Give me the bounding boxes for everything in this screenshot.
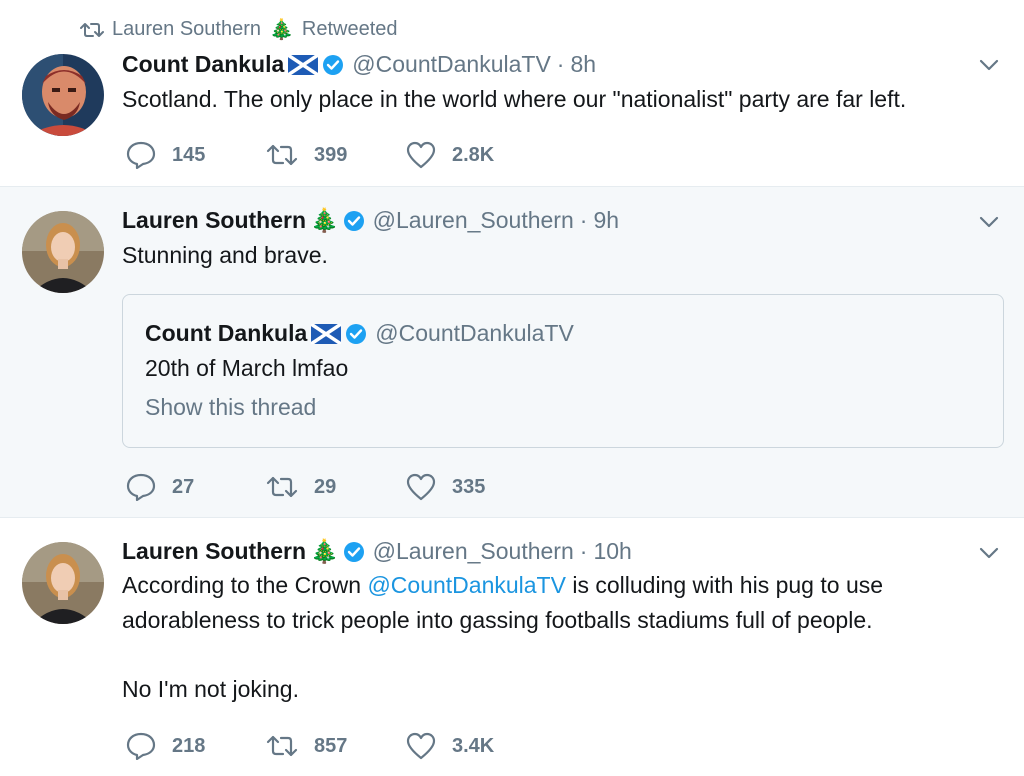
- tweet-text-end: is colluding with his pug to use: [565, 572, 884, 598]
- avatar[interactable]: [22, 54, 104, 136]
- tweet-actions: 218 857 3.4K: [126, 732, 546, 760]
- tweet-2[interactable]: Lauren Southern 🎄 @Lauren_Southern · 9h …: [0, 186, 1024, 518]
- tweet-text-start: According to the Crown: [122, 572, 368, 598]
- like-count: 2.8K: [452, 143, 495, 166]
- chevron-down-icon[interactable]: [978, 211, 1000, 233]
- retweet-icon: [266, 476, 298, 498]
- reply-count: 218: [172, 734, 206, 757]
- reply-icon: [126, 732, 156, 760]
- tree-emoji: 🎄: [310, 207, 339, 233]
- scotland-flag-icon: [288, 54, 319, 75]
- like-button[interactable]: 335: [406, 473, 546, 501]
- scotland-flag-icon: [311, 323, 342, 344]
- tweet-text-line-3: No I'm not joking.: [122, 676, 299, 702]
- reply-count: 145: [172, 143, 206, 166]
- tree-emoji: 🎄: [310, 538, 339, 564]
- tweet-header: Lauren Southern 🎄 @Lauren_Southern · 9h: [122, 207, 619, 234]
- reply-button[interactable]: 145: [126, 141, 266, 169]
- retweet-count: 399: [314, 143, 348, 166]
- tweet-actions: 27 29 335: [126, 473, 546, 501]
- author-handle[interactable]: @CountDankulaTV: [352, 51, 551, 78]
- quoted-tweet-text: 20th of March lmfao: [145, 355, 349, 381]
- chevron-down-icon[interactable]: [978, 542, 1000, 564]
- heart-icon: [406, 732, 436, 760]
- quoted-tweet-header: Count Dankula @CountDankulaTV: [145, 320, 574, 347]
- author-name[interactable]: Lauren Southern: [122, 538, 306, 565]
- like-button[interactable]: 3.4K: [406, 732, 546, 760]
- separator-dot: ·: [556, 51, 565, 77]
- reply-icon: [126, 473, 156, 501]
- show-thread-link[interactable]: Show this thread: [145, 394, 316, 421]
- tweet-header: Lauren Southern 🎄 @Lauren_Southern · 10h: [122, 538, 632, 565]
- quoted-author-handle: @CountDankulaTV: [375, 320, 574, 346]
- retweeter-name[interactable]: Lauren Southern: [112, 18, 261, 41]
- tree-emoji: 🎄: [269, 19, 294, 41]
- tweet-text: Scotland. The only place in the world wh…: [122, 86, 907, 112]
- author-handle[interactable]: @Lauren_Southern: [373, 538, 574, 565]
- verified-icon: [322, 54, 344, 76]
- chevron-down-icon[interactable]: [978, 54, 1000, 76]
- heart-icon: [406, 473, 436, 501]
- retweet-button[interactable]: 857: [266, 733, 406, 759]
- like-button[interactable]: 2.8K: [406, 141, 546, 169]
- tweet-header: Count Dankula @CountDankulaTV · 8h: [122, 51, 596, 78]
- author-name[interactable]: Lauren Southern: [122, 207, 306, 234]
- author-name[interactable]: Count Dankula: [122, 51, 284, 78]
- retweet-count: 29: [314, 475, 337, 498]
- reply-button[interactable]: 27: [126, 473, 266, 501]
- avatar[interactable]: [22, 211, 104, 293]
- verified-icon: [343, 541, 365, 563]
- verified-icon: [345, 323, 367, 345]
- tweet-actions: 145 399 2.8K: [126, 141, 546, 169]
- reply-count: 27: [172, 475, 195, 498]
- tweet-3[interactable]: Lauren Southern 🎄 @Lauren_Southern · 10h…: [0, 518, 1024, 776]
- like-count: 3.4K: [452, 734, 495, 757]
- retweet-context: Lauren Southern 🎄 Retweeted: [80, 17, 398, 42]
- avatar[interactable]: [22, 542, 104, 624]
- retweet-button[interactable]: 399: [266, 142, 406, 168]
- verified-icon: [343, 210, 365, 232]
- tweet-time[interactable]: 9h: [593, 207, 619, 234]
- retweet-button[interactable]: 29: [266, 474, 406, 500]
- tweet-1[interactable]: Lauren Southern 🎄 Retweeted Count Dankul…: [0, 0, 1024, 186]
- tweet-time[interactable]: 8h: [570, 51, 596, 78]
- retweet-icon: [80, 22, 104, 37]
- retweet-icon: [266, 144, 298, 166]
- reply-button[interactable]: 218: [126, 732, 266, 760]
- separator-dot: ·: [579, 538, 588, 564]
- tweet-text: Stunning and brave.: [122, 242, 328, 268]
- separator-dot: ·: [579, 207, 588, 233]
- tweet-text-line-2: adorableness to trick people into gassin…: [122, 607, 873, 633]
- quoted-author-name: Count Dankula: [145, 320, 308, 346]
- tweet-text-line-1: According to the Crown @CountDankulaTV i…: [122, 568, 883, 603]
- retweet-count: 857: [314, 734, 348, 757]
- tweet-time[interactable]: 10h: [593, 538, 631, 565]
- heart-icon: [406, 141, 436, 169]
- retweeted-label: Retweeted: [301, 18, 398, 40]
- reply-icon: [126, 141, 156, 169]
- author-handle[interactable]: @Lauren_Southern: [373, 207, 574, 234]
- like-count: 335: [452, 475, 486, 498]
- mention-link[interactable]: @CountDankulaTV: [367, 572, 566, 598]
- quoted-tweet[interactable]: Count Dankula @CountDankulaTV 20th of Ma…: [122, 294, 1004, 448]
- retweet-icon: [266, 735, 298, 757]
